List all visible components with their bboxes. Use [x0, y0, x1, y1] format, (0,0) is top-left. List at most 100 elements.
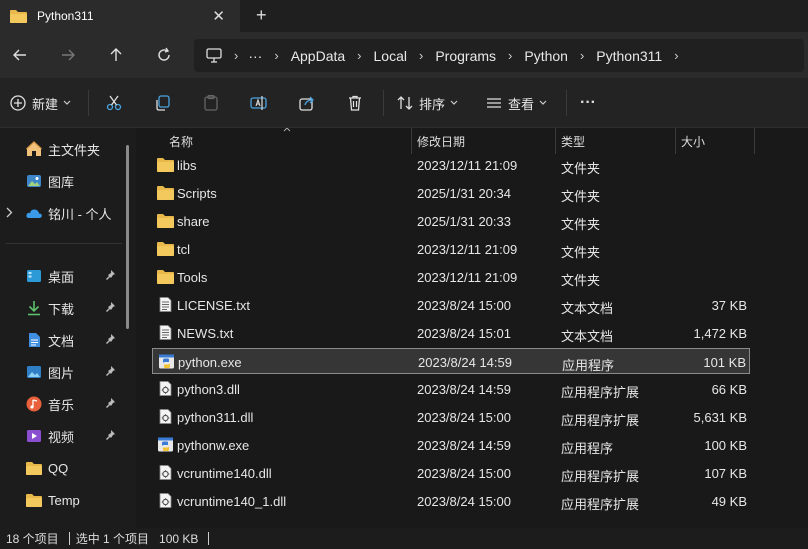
- pin-icon[interactable]: [104, 365, 116, 377]
- rename-button[interactable]: [250, 93, 267, 113]
- file-size: 49 KB: [711, 494, 747, 509]
- pin-icon[interactable]: [104, 269, 116, 281]
- refresh-icon[interactable]: [154, 45, 174, 65]
- file-date: 2023/12/11 21:09: [417, 270, 518, 285]
- column-divider[interactable]: [555, 128, 556, 154]
- sidebar-item-pictures[interactable]: 图片: [0, 357, 128, 387]
- file-size: 107 KB: [704, 466, 747, 481]
- breadcrumb-more[interactable]: ···: [248, 48, 262, 64]
- paste-button[interactable]: [203, 93, 219, 113]
- sidebar-item-label: 下载: [48, 301, 75, 317]
- pin-icon[interactable]: [104, 301, 116, 313]
- share-icon: [299, 96, 314, 111]
- sidebar-item-desktop[interactable]: 桌面: [0, 261, 128, 291]
- file-row[interactable]: NEWS.txt 2023/8/24 15:01 文本文档 1,472 KB: [152, 320, 750, 346]
- chevron-right-icon[interactable]: ›: [234, 48, 238, 63]
- toolbar-divider: [383, 90, 384, 116]
- chevron-right-icon[interactable]: [6, 207, 13, 218]
- cut-button[interactable]: [106, 93, 122, 113]
- toolbar-divider: [566, 90, 567, 116]
- copy-icon: [156, 95, 170, 111]
- column-date[interactable]: 修改日期: [417, 133, 465, 150]
- forward-arrow-icon[interactable]: [58, 45, 78, 65]
- sidebar-item-label: Temp: [48, 492, 80, 508]
- more-options-button[interactable]: ···: [580, 93, 596, 113]
- breadcrumb-appdata[interactable]: AppData: [291, 48, 345, 64]
- sort-button[interactable]: 排序: [397, 93, 458, 113]
- file-row[interactable]: Scripts 2025/1/31 20:34 文件夹: [152, 180, 750, 206]
- sidebar-item-qq[interactable]: QQ: [0, 453, 128, 483]
- file-row[interactable]: Tools 2023/12/11 21:09 文件夹: [152, 264, 750, 290]
- column-name[interactable]: 名称: [169, 133, 193, 150]
- chevron-right-icon[interactable]: ›: [508, 48, 512, 63]
- file-date: 2025/1/31 20:34: [417, 186, 511, 201]
- sidebar-item-music[interactable]: 音乐: [0, 389, 128, 419]
- delete-button[interactable]: [347, 93, 363, 113]
- chevron-right-icon[interactable]: ›: [580, 48, 584, 63]
- breadcrumb-local[interactable]: Local: [374, 48, 407, 64]
- file-type: 文件夹: [561, 189, 601, 204]
- file-type: 文件夹: [561, 273, 601, 288]
- pin-icon[interactable]: [104, 397, 116, 409]
- up-arrow-icon[interactable]: [106, 45, 126, 65]
- file-row[interactable]: libs 2023/12/11 21:09 文件夹: [152, 152, 750, 178]
- sidebar-item-temp[interactable]: Temp: [0, 485, 128, 515]
- file-row[interactable]: tcl 2023/12/11 21:09 文件夹: [152, 236, 750, 262]
- sidebar-item-label: 音乐: [48, 397, 75, 413]
- new-tab-button[interactable]: +: [256, 5, 267, 26]
- sidebar-item-documents[interactable]: 文档: [0, 325, 128, 355]
- column-divider[interactable]: [411, 128, 412, 154]
- file-row[interactable]: python3.dll 2023/8/24 14:59 应用程序扩展 66 KB: [152, 376, 750, 402]
- sidebar-item-gallery[interactable]: 图库: [0, 166, 128, 196]
- file-date: 2023/8/24 14:59: [417, 382, 511, 397]
- pin-icon[interactable]: [104, 333, 116, 345]
- chevron-right-icon[interactable]: ›: [419, 48, 423, 63]
- sidebar-item-label: 视频: [48, 429, 75, 445]
- chevron-down-icon: [63, 100, 71, 105]
- file-row[interactable]: share 2025/1/31 20:33 文件夹: [152, 208, 750, 234]
- share-button[interactable]: [299, 93, 315, 113]
- file-date: 2023/8/24 15:00: [417, 494, 511, 509]
- chevron-right-icon[interactable]: ›: [274, 48, 278, 63]
- back-arrow-icon[interactable]: [10, 45, 30, 65]
- tab-python311[interactable]: Python311 ✕: [0, 0, 240, 32]
- sort-label: 排序: [419, 96, 446, 112]
- breadcrumb-python311[interactable]: Python311: [596, 48, 662, 64]
- dll-file-icon: [159, 409, 172, 424]
- sidebar-item-onedrive[interactable]: 铭川 - 个人: [0, 198, 128, 228]
- download-icon: [28, 301, 40, 316]
- column-divider[interactable]: [675, 128, 676, 154]
- close-tab-icon[interactable]: ✕: [212, 7, 225, 25]
- sidebar-item-downloads[interactable]: 下载: [0, 293, 128, 323]
- breadcrumb-programs[interactable]: Programs: [435, 48, 496, 64]
- file-type: 应用程序: [561, 441, 614, 456]
- sidebar-item-videos[interactable]: 视频: [0, 421, 128, 451]
- copy-button[interactable]: [155, 93, 171, 113]
- pin-icon[interactable]: [104, 429, 116, 441]
- address-bar[interactable]: › ··· › AppData › Local › Programs › Pyt…: [194, 39, 804, 72]
- chevron-down-icon: [450, 100, 458, 105]
- column-divider[interactable]: [754, 128, 755, 154]
- dll-file-icon: [159, 493, 172, 508]
- file-row[interactable]: vcruntime140_1.dll 2023/8/24 15:00 应用程序扩展 4…: [152, 488, 750, 514]
- file-row[interactable]: vcruntime140.dll 2023/8/24 15:00 应用程序扩展 107…: [152, 460, 750, 486]
- file-name: share: [177, 214, 210, 229]
- column-size[interactable]: 大小: [681, 133, 705, 150]
- sort-icon: [397, 96, 413, 110]
- file-size: 37 KB: [711, 298, 747, 313]
- column-type[interactable]: 类型: [561, 133, 585, 150]
- view-button[interactable]: 查看: [486, 93, 547, 113]
- file-row[interactable]: python311.dll 2023/8/24 15:00 应用程序扩展 5,631 …: [152, 404, 750, 430]
- chevron-right-icon[interactable]: ›: [674, 48, 678, 63]
- file-row[interactable]: LICENSE.txt 2023/8/24 15:00 文本文档 37 KB: [152, 292, 750, 318]
- file-type: 应用程序: [562, 358, 615, 373]
- new-button[interactable]: 新建: [10, 93, 71, 113]
- sidebar-item-home[interactable]: 主文件夹: [0, 134, 128, 164]
- file-row[interactable]: pythonw.exe 2023/8/24 14:59 应用程序 100 KB: [152, 432, 750, 458]
- file-row[interactable]: python.exe 2023/8/24 14:59 应用程序 101 KB: [152, 348, 750, 374]
- folder-icon: [157, 214, 174, 228]
- sidebar-scrollbar[interactable]: [126, 145, 129, 329]
- breadcrumb-python[interactable]: Python: [524, 48, 568, 64]
- chevron-right-icon[interactable]: ›: [357, 48, 361, 63]
- text-file-icon: [159, 297, 172, 312]
